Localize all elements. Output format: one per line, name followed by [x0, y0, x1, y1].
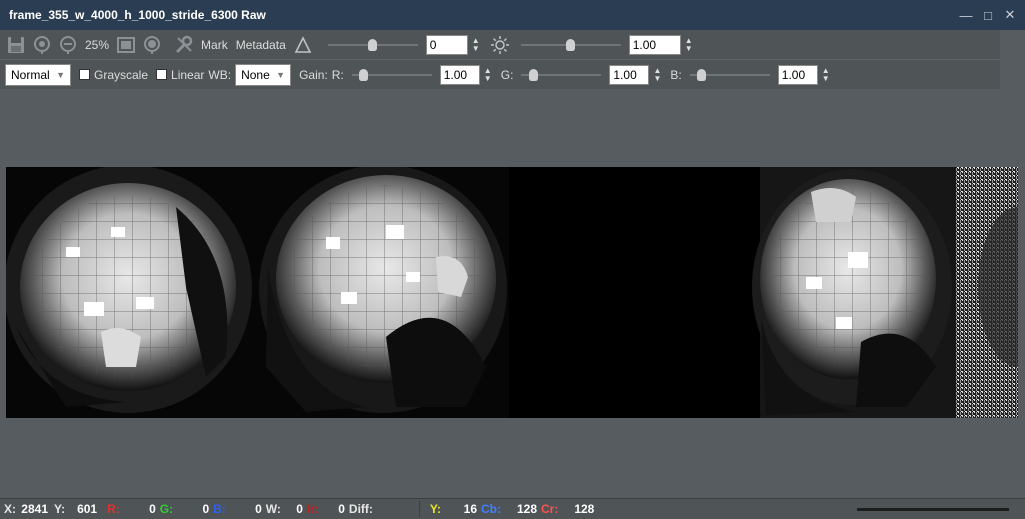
status-luma-value: 16: [463, 502, 478, 516]
fisheye-view-2: [259, 167, 507, 413]
mark-button[interactable]: Mark: [201, 38, 228, 52]
status-w-label: W:: [265, 502, 281, 516]
gain-g-label: G:: [500, 67, 514, 82]
status-x-value: 2841: [21, 502, 48, 516]
status-cr-value: 128: [574, 502, 595, 516]
status-w-value: 0: [296, 502, 303, 516]
gain-r-spinner[interactable]: ▲ ▼: [483, 66, 493, 83]
chevron-down-icon: ▼: [56, 69, 65, 80]
raw-frame-image[interactable]: [6, 167, 1018, 418]
gain-r-input[interactable]: 1.00: [439, 64, 480, 85]
brightness-slider-knob[interactable]: [566, 38, 576, 51]
white-balance-select[interactable]: None ▼: [235, 63, 292, 86]
gain-r-slider[interactable]: [351, 68, 432, 82]
status-g-label: G:: [159, 502, 174, 516]
display-mode-select[interactable]: Normal ▼: [5, 63, 71, 86]
actual-size-icon[interactable]: [141, 34, 163, 56]
toolbar-gutter: [1000, 30, 1025, 89]
status-r-label: R:: [107, 502, 120, 516]
status-b-value: 0: [255, 502, 262, 516]
metadata-button[interactable]: Metadata: [236, 38, 286, 52]
contrast-slider-knob[interactable]: [368, 38, 378, 51]
save-icon[interactable]: [5, 34, 27, 56]
gain-r-label: R:: [331, 67, 344, 82]
linear-checkbox[interactable]: [156, 69, 168, 80]
minimize-button[interactable]: —: [955, 4, 977, 26]
brightness-icon: [489, 34, 511, 56]
status-divider: [418, 501, 420, 517]
status-luma-label: Y:: [429, 502, 442, 516]
gain-label: Gain:: [299, 67, 328, 82]
adjust-toolbar: Normal ▼ Grayscale Linear WB: None ▼ Gai…: [0, 59, 1000, 89]
contrast-spinner[interactable]: ▲ ▼: [471, 36, 481, 53]
grayscale-checkbox[interactable]: [79, 69, 90, 80]
contrast-input[interactable]: 0: [425, 34, 468, 55]
title-bar: frame_355_w_4000_h_1000_stride_6300 Raw …: [0, 0, 1025, 30]
status-ir-value: 0: [338, 502, 345, 516]
fisheye-view-3: [752, 167, 956, 418]
status-cr-label: Cr:: [541, 502, 559, 516]
gain-b-label: B:: [670, 67, 682, 82]
status-g-value: 0: [202, 502, 210, 516]
zoom-level: 25%: [85, 37, 110, 52]
status-y-label: Y:: [54, 502, 66, 516]
main-toolbar: 25% Mark Metadata 0 ▲ ▼ 1.00 ▲ ▼: [0, 30, 1000, 59]
zoom-in-icon[interactable]: [31, 34, 53, 56]
gain-b-slider-knob[interactable]: [696, 68, 706, 81]
status-r-value: 0: [149, 502, 156, 516]
brightness-slider[interactable]: [520, 38, 621, 52]
status-x-label: X:: [4, 502, 16, 516]
brightness-input[interactable]: 1.00: [628, 34, 681, 55]
status-diff-label: Diff:: [348, 502, 373, 516]
grayscale-label: Grayscale: [94, 67, 149, 82]
display-mode-value: Normal: [11, 67, 50, 82]
fisheye-view-1: [6, 167, 252, 413]
status-y-value: 601: [77, 502, 98, 516]
gain-r-slider-knob[interactable]: [358, 68, 368, 81]
gain-g-slider[interactable]: [521, 68, 602, 82]
window-title: frame_355_w_4000_h_1000_stride_6300 Raw: [9, 8, 266, 22]
status-cb-label: Cb:: [481, 502, 502, 516]
gain-g-slider-knob[interactable]: [528, 68, 538, 81]
maximize-button[interactable]: □: [977, 4, 999, 26]
fit-window-icon[interactable]: [115, 34, 137, 56]
linear-label: Linear: [171, 67, 205, 82]
white-balance-value: None: [241, 67, 270, 82]
status-b-label: B:: [213, 502, 226, 516]
close-button[interactable]: ✕: [999, 4, 1021, 26]
status-bar: X: 2841 Y: 601 R: 0 G: 0 B: 0 W: 0 Ir: 0…: [0, 498, 1025, 519]
image-canvas[interactable]: [0, 89, 1025, 498]
wb-label: WB:: [208, 67, 232, 82]
gain-b-slider[interactable]: [689, 68, 770, 82]
tools-icon[interactable]: [173, 34, 195, 56]
chevron-down-icon: ▼: [276, 69, 286, 80]
contrast-slider[interactable]: [327, 38, 418, 52]
gain-g-input[interactable]: 1.00: [609, 64, 650, 85]
status-cb-value: 128: [516, 502, 538, 516]
zoom-out-icon[interactable]: [57, 34, 79, 56]
brightness-spinner[interactable]: ▲ ▼: [684, 36, 694, 53]
horizontal-scrollbar[interactable]: [857, 508, 1009, 511]
window-controls: — □ ✕: [955, 4, 1021, 26]
gain-b-spinner[interactable]: ▲ ▼: [821, 66, 831, 83]
gain-b-input[interactable]: 1.00: [777, 64, 818, 85]
status-ir-label: Ir:: [306, 502, 319, 516]
gain-g-spinner[interactable]: ▲ ▼: [652, 66, 662, 83]
contrast-icon: [292, 34, 314, 56]
